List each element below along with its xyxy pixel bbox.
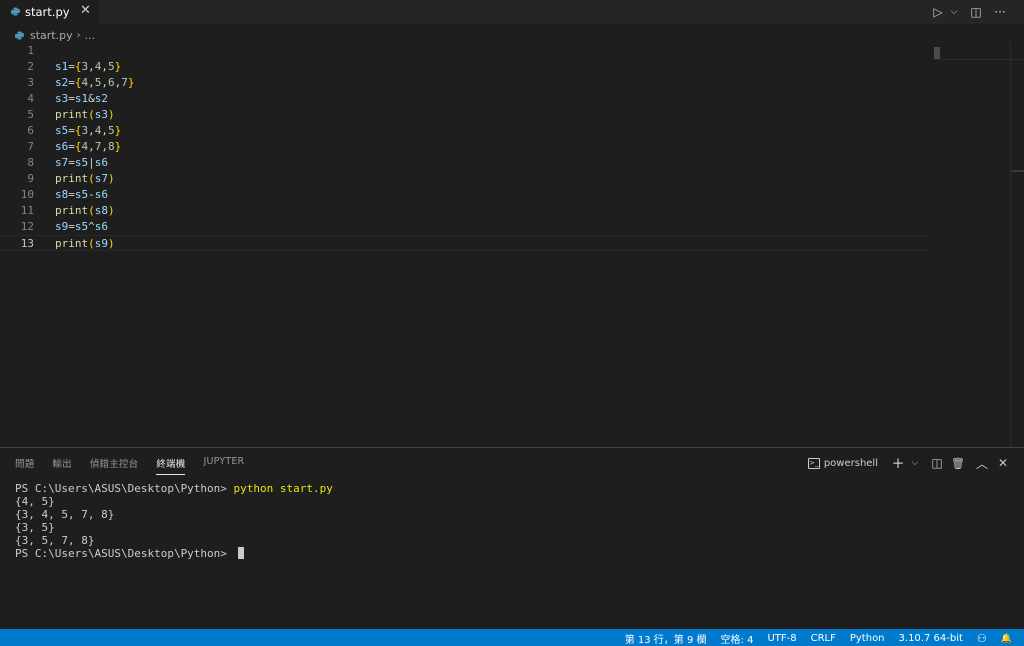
end-of-line[interactable]: CRLF xyxy=(811,633,836,644)
line-number: 12 xyxy=(20,220,34,233)
python-file-icon xyxy=(11,7,20,16)
code-text: print(s9) xyxy=(55,237,115,250)
code-line: 12 s9=s5^s6 xyxy=(0,219,930,235)
code-line: 11 print(s8) xyxy=(0,203,930,219)
code-text: s8=s5-s6 xyxy=(55,188,108,201)
code-text: s2={4,5,6,7} xyxy=(55,76,135,89)
breadcrumb: start.py › ... xyxy=(15,27,95,43)
line-number: 6 xyxy=(27,124,34,137)
terminal-output[interactable]: PS C:\Users\ASUS\Desktop\Python> python … xyxy=(15,482,333,560)
code-line: 10 s8=s5-s6 xyxy=(0,187,930,203)
code-line: 2 s1={3,4,5} xyxy=(0,59,930,75)
tab-problems[interactable]: 問題 xyxy=(15,456,34,475)
cursor-position[interactable]: 第 13 行，第 9 欄 xyxy=(625,631,707,646)
code-text: s6={4,7,8} xyxy=(55,140,122,153)
tab-debug-console[interactable]: 偵錯主控台 xyxy=(90,456,139,475)
code-line: 6 s5={3,4,5} xyxy=(0,123,930,139)
tab-output[interactable]: 輸出 xyxy=(52,456,71,475)
code-text: print(s3) xyxy=(55,108,115,121)
new-terminal-icon[interactable]: + xyxy=(889,454,907,472)
code-line: 8 s7=s5|s6 xyxy=(0,155,930,171)
terminal-output-line: {3, 5, 7, 8} xyxy=(15,534,95,547)
terminal-output-line: {3, 4, 5, 7, 8} xyxy=(15,508,115,521)
encoding[interactable]: UTF-8 xyxy=(767,633,796,644)
run-menu-chevron-icon[interactable]: ⌵ xyxy=(948,3,960,21)
notifications-bell-icon[interactable]: 🔔 xyxy=(1001,634,1012,644)
tab-terminal[interactable]: 終端機 xyxy=(156,456,186,475)
split-editor-icon[interactable]: ◫ xyxy=(966,3,986,21)
line-number: 4 xyxy=(27,92,34,105)
indentation[interactable]: 空格: 4 xyxy=(721,631,754,646)
code-text: s3=s1&s2 xyxy=(55,92,108,105)
line-number: 13 xyxy=(20,237,34,250)
code-line-current: 13 print(s9) xyxy=(0,235,930,251)
code-text: s7=s5|s6 xyxy=(55,156,108,169)
close-panel-icon[interactable]: ✕ xyxy=(994,456,1012,470)
code-text: print(s7) xyxy=(55,172,115,185)
tab-bar: start.py ✕ ▷ ⌵ ◫ ··· xyxy=(0,0,1024,24)
split-terminal-icon[interactable]: ◫ xyxy=(928,456,946,470)
terminal-output-line: {3, 5} xyxy=(15,521,55,534)
status-bar: 第 13 行，第 9 欄 空格: 4 UTF-8 CRLF Python 3.1… xyxy=(0,629,1024,646)
code-line: 3 s2={4,5,6,7} xyxy=(0,75,930,91)
code-line: 1 xyxy=(0,43,930,59)
tab-label: start.py xyxy=(25,5,70,19)
trash-icon[interactable]: 🗑 xyxy=(949,457,967,470)
line-number: 1 xyxy=(27,44,34,57)
feedback-icon[interactable]: ⚇ xyxy=(977,632,987,645)
breadcrumb-symbols[interactable]: ... xyxy=(85,29,96,42)
code-text: s5={3,4,5} xyxy=(55,124,122,137)
language-mode[interactable]: Python xyxy=(850,633,885,644)
run-icon[interactable]: ▷ xyxy=(928,3,948,21)
breadcrumb-file[interactable]: start.py xyxy=(30,29,73,42)
terminal-shell-selector[interactable]: >_ powershell xyxy=(807,457,878,469)
code-line: 9 print(s7) xyxy=(0,171,930,187)
panel-tabs: 問題 輸出 偵錯主控台 終端機 JUPYTER xyxy=(15,456,262,475)
terminal-menu-chevron-icon[interactable]: ⌵ xyxy=(910,458,920,468)
python-interpreter[interactable]: 3.10.7 64-bit xyxy=(899,633,963,644)
maximize-panel-icon[interactable]: ︿ xyxy=(973,455,991,472)
line-number: 2 xyxy=(27,60,34,73)
line-number: 7 xyxy=(27,140,34,153)
line-number: 11 xyxy=(20,204,34,217)
line-number: 10 xyxy=(20,188,34,201)
terminal-prompt: PS C:\Users\ASUS\Desktop\Python> xyxy=(15,547,234,560)
terminal-prompt: PS C:\Users\ASUS\Desktop\Python> xyxy=(15,482,234,495)
bottom-panel: 問題 輸出 偵錯主控台 終端機 JUPYTER >_ powershell + … xyxy=(0,447,1024,629)
editor-scrollbar[interactable] xyxy=(1010,43,1024,447)
editor-tab-start-py[interactable]: start.py ✕ xyxy=(0,0,99,24)
terminal-cursor xyxy=(237,547,244,559)
tab-close-icon[interactable]: ✕ xyxy=(80,3,91,18)
breadcrumb-chevron-icon: › xyxy=(76,29,81,41)
code-text: s9=s5^s6 xyxy=(55,220,108,233)
code-text: s1={3,4,5} xyxy=(55,60,122,73)
code-line: 7 s6={4,7,8} xyxy=(0,139,930,155)
terminal-command: python start.py xyxy=(233,482,333,495)
code-line: 5 print(s3) xyxy=(0,107,930,123)
line-number: 3 xyxy=(27,76,34,89)
code-text: print(s8) xyxy=(55,204,115,217)
line-number: 9 xyxy=(27,172,34,185)
python-file-icon xyxy=(15,30,24,40)
tab-jupyter[interactable]: JUPYTER xyxy=(203,456,244,475)
code-editor[interactable]: 1 2 s1={3,4,5} 3 s2={4,5,6,7} 4 s3=s1&s2… xyxy=(0,43,1024,447)
shell-name: powershell xyxy=(823,457,878,469)
more-actions-icon[interactable]: ··· xyxy=(990,3,1010,21)
terminal-icon: >_ xyxy=(807,457,820,469)
terminal-output-line: {4, 5} xyxy=(15,495,55,508)
line-number: 8 xyxy=(27,156,34,169)
code-line: 4 s3=s1&s2 xyxy=(0,91,930,107)
line-number: 5 xyxy=(27,108,34,121)
